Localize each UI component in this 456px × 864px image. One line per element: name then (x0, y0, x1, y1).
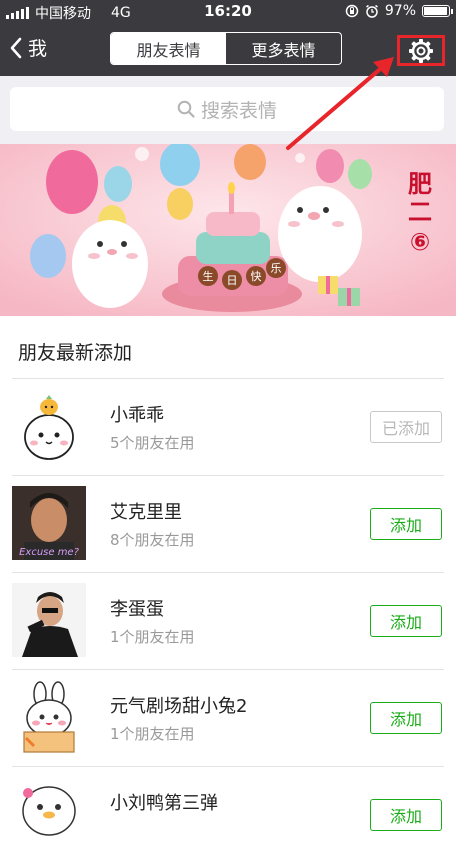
added-button[interactable]: 已添加 (370, 411, 442, 443)
friends-using-count: 5个朋友在用 (110, 434, 195, 452)
duck-sticker-icon (12, 777, 86, 851)
bunny-sticker-icon (12, 680, 86, 754)
friends-using-count: 1个朋友在用 (110, 725, 195, 743)
tab-more-stickers[interactable]: 更多表情 (226, 33, 341, 64)
back-button[interactable]: 我 (10, 34, 47, 61)
balloon (316, 149, 344, 183)
sticker-thumbnail (12, 680, 86, 754)
search-input[interactable]: 搜索表情 (10, 87, 444, 131)
sticker-name: 艾克里里 (110, 502, 182, 523)
add-button[interactable]: 添加 (370, 702, 442, 734)
add-button[interactable]: 添加 (370, 605, 442, 637)
list-item[interactable]: 小刘鸭第三弹 添加 (0, 767, 456, 864)
cake-letter: 日 (227, 274, 238, 287)
list-item[interactable]: 小乖乖 5个朋友在用 已添加 (0, 379, 456, 476)
settings-button[interactable] (397, 35, 445, 66)
cake-letter: 生 (203, 269, 214, 283)
navigation-bar: 我 朋友表情 更多表情 (0, 22, 456, 76)
add-button[interactable]: 添加 (370, 508, 442, 540)
balloon (348, 159, 372, 189)
status-right: 97% (345, 3, 453, 19)
balloon (167, 188, 193, 220)
sticker-name: 李蛋蛋 (110, 599, 164, 620)
tab-friends-stickers[interactable]: 朋友表情 (111, 33, 226, 64)
chevron-left-icon (10, 37, 22, 58)
banner-text: 二 (408, 198, 432, 226)
list-item[interactable]: 李蛋蛋 1个朋友在用 添加 (0, 573, 456, 670)
list-item[interactable]: Excuse me? 艾克里里 8个朋友在用 添加 (0, 476, 456, 573)
search-placeholder: 搜索表情 (200, 99, 277, 122)
balloon (160, 144, 200, 186)
section-title: 朋友最新添加 (18, 342, 133, 364)
chick-sticker-icon (12, 389, 86, 463)
battery-icon (422, 5, 453, 17)
sticker-thumbnail (12, 777, 86, 851)
sticker-thumbnail (12, 389, 86, 463)
sticker-name: 小乖乖 (110, 405, 164, 426)
gear-icon (409, 38, 433, 63)
photo-caption: Excuse me? (19, 547, 80, 558)
list-item[interactable]: 元气剧场甜小兔2 1个朋友在用 添加 (0, 670, 456, 767)
cake-letter: 乐 (271, 262, 282, 275)
friends-using-count: 8个朋友在用 (110, 531, 195, 549)
status-bar: 中国移动 4G 16:20 97% (0, 0, 456, 22)
search-area: 搜索表情 (0, 76, 456, 144)
alarm-icon (365, 4, 378, 18)
sticker-name: 元气剧场甜小兔2 (110, 696, 248, 717)
banner-text: 肥 (408, 170, 432, 198)
person-photo-icon: Excuse me? (12, 486, 86, 560)
search-icon (177, 100, 195, 118)
add-button[interactable]: 添加 (370, 799, 442, 831)
person-photo-icon (12, 583, 86, 657)
sticker-list: 小乖乖 5个朋友在用 已添加 Excuse me? 艾克里里 8个朋友在用 添加 (0, 379, 456, 864)
banner-illustration: 生 日 快 乐 肥 二 ⑥ (0, 144, 456, 316)
battery-percent: 97% (384, 3, 416, 19)
balloon (234, 144, 266, 180)
back-label: 我 (28, 38, 48, 60)
friends-using-count: 1个朋友在用 (110, 628, 195, 646)
banner-text: ⑥ (410, 228, 430, 256)
balloon (104, 166, 132, 202)
balloon (46, 150, 98, 214)
sticker-name: 小刘鸭第三弹 (110, 793, 218, 814)
sticker-thumbnail (12, 583, 86, 657)
orientation-lock-icon (345, 4, 359, 18)
banner-image[interactable]: 生 日 快 乐 肥 二 ⑥ (0, 144, 456, 316)
sticker-thumbnail: Excuse me? (12, 486, 86, 560)
cake-letter: 快 (251, 270, 262, 283)
segmented-control: 朋友表情 更多表情 (110, 32, 342, 65)
balloon (30, 234, 66, 278)
